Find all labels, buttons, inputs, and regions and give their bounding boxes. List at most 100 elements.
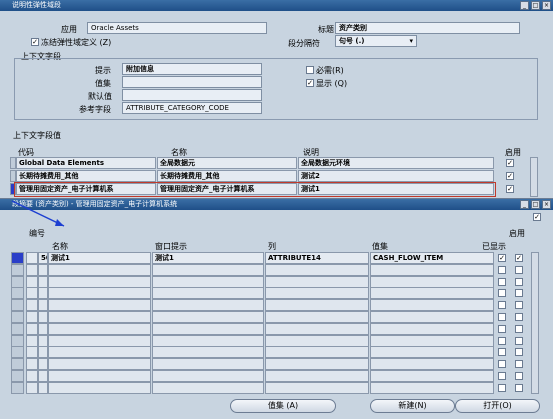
seg-cell[interactable] <box>370 263 494 276</box>
seg-cell[interactable] <box>48 287 151 300</box>
seg-cell[interactable] <box>26 311 38 323</box>
displayed-checkbox[interactable] <box>498 348 506 357</box>
seg-cell[interactable] <box>152 287 264 300</box>
seg-cell[interactable] <box>38 346 48 359</box>
seg-cell[interactable] <box>152 381 264 394</box>
seg-cell[interactable] <box>370 370 494 382</box>
seg-cell[interactable] <box>370 346 494 359</box>
seg-cell[interactable] <box>26 346 38 359</box>
default-field[interactable] <box>122 89 262 101</box>
displayed-checkbox[interactable] <box>498 301 506 310</box>
enabled-checkbox[interactable] <box>515 301 523 310</box>
seg-cell[interactable] <box>48 381 151 394</box>
seg-cell[interactable] <box>265 311 369 323</box>
seg-cell[interactable] <box>48 263 151 276</box>
enabled-checkbox[interactable] <box>515 383 523 392</box>
close-icon[interactable]: × <box>542 1 551 10</box>
seg-cell[interactable] <box>26 252 38 264</box>
enabled-checkbox[interactable] <box>515 277 523 286</box>
seg-cell[interactable] <box>265 275 369 288</box>
seg-row-selector[interactable] <box>11 358 24 371</box>
seg-cell[interactable] <box>48 322 151 335</box>
enabled-checkbox[interactable] <box>515 336 523 345</box>
maximize-icon[interactable]: □ <box>531 1 540 10</box>
displayed-checkbox[interactable] <box>498 324 506 333</box>
seg-cell[interactable] <box>370 275 494 288</box>
seg-cell[interactable]: CASH_FLOW_ITEM <box>370 252 494 264</box>
ref-field[interactable]: ATTRIBUTE_CATEGORY_CODE <box>122 102 262 114</box>
seg-cell[interactable] <box>265 358 369 371</box>
context-values-scrollbar[interactable] <box>530 157 538 197</box>
seg-row-selector[interactable] <box>11 263 24 276</box>
seg-row-selector[interactable] <box>11 275 24 288</box>
row-desc[interactable]: 全局数据元环境 <box>298 157 494 169</box>
seg-cell[interactable] <box>370 381 494 394</box>
enabled-checkbox[interactable] <box>515 313 523 321</box>
seg-row-selector[interactable] <box>11 311 24 323</box>
seg-cell[interactable] <box>26 299 38 312</box>
seg-cell[interactable] <box>370 299 494 312</box>
row-name[interactable]: 全局数据元 <box>157 157 297 169</box>
seg-cell[interactable] <box>38 263 48 276</box>
seg-row-selector[interactable] <box>11 322 24 335</box>
row-code[interactable]: 长期待摊费用_其他 <box>16 170 156 182</box>
seg-cell[interactable] <box>265 287 369 300</box>
seg-cell[interactable] <box>38 287 48 300</box>
seg-cell[interactable] <box>26 358 38 371</box>
seg-cell[interactable] <box>48 370 151 382</box>
title-field[interactable]: 资产类别 <box>335 22 520 34</box>
seg-row-selector[interactable] <box>11 381 24 394</box>
valueset-field[interactable] <box>122 76 262 88</box>
freeze-checkbox[interactable]: ✓ <box>31 38 39 46</box>
seg-cell[interactable] <box>152 263 264 276</box>
seg-cell[interactable] <box>152 334 264 347</box>
enabled-checkbox[interactable] <box>515 265 523 274</box>
displayed-checkbox[interactable] <box>498 277 506 286</box>
seg-cell[interactable] <box>265 381 369 394</box>
row-enabled-checkbox[interactable]: ✓ <box>506 159 514 167</box>
seg-cell[interactable] <box>152 311 264 323</box>
open-button[interactable]: 打开(O) <box>455 399 540 413</box>
seg-cell[interactable] <box>265 370 369 382</box>
row-enabled-checkbox[interactable]: ✓ <box>506 185 514 193</box>
seg-cell[interactable] <box>38 358 48 371</box>
displayed-checkbox[interactable] <box>498 383 506 392</box>
minimize-icon[interactable]: _ <box>520 1 529 10</box>
seg-cell[interactable] <box>38 299 48 312</box>
seg-cell[interactable] <box>152 299 264 312</box>
window-checkbox[interactable]: ✓ <box>533 213 541 221</box>
seg-cell[interactable] <box>265 299 369 312</box>
seg-cell[interactable] <box>26 381 38 394</box>
prompt-field[interactable]: 附加信息 <box>122 63 262 75</box>
seg-cell[interactable] <box>152 358 264 371</box>
displayed-checkbox[interactable]: ✓ <box>498 254 506 262</box>
enabled-checkbox[interactable] <box>515 372 523 380</box>
seg-row-selector[interactable] <box>11 334 24 347</box>
seg-cell[interactable] <box>152 346 264 359</box>
new-button[interactable]: 新建(N) <box>370 399 455 413</box>
enabled-checkbox[interactable] <box>515 324 523 333</box>
seg-cell[interactable]: 50 <box>38 252 48 264</box>
row-enabled-checkbox[interactable]: ✓ <box>506 172 514 180</box>
valueset-button[interactable]: 值集 (A) <box>230 399 336 413</box>
seg-cell[interactable] <box>48 311 151 323</box>
seg-cell[interactable] <box>38 381 48 394</box>
app-field[interactable]: Oracle Assets <box>87 22 267 34</box>
seg-cell[interactable]: ATTRIBUTE14 <box>265 252 369 264</box>
displayed-checkbox[interactable] <box>498 372 506 380</box>
displayed-checkbox[interactable] <box>498 360 506 369</box>
seg-cell[interactable] <box>265 346 369 359</box>
display-checkbox[interactable]: ✓ <box>306 79 314 87</box>
seg-cell[interactable] <box>48 275 151 288</box>
seg-cell[interactable] <box>370 287 494 300</box>
seg-cell[interactable] <box>38 311 48 323</box>
seg-cell[interactable]: 测试1 <box>48 252 151 264</box>
displayed-checkbox[interactable] <box>498 289 506 298</box>
seg-cell[interactable] <box>26 275 38 288</box>
seg-cell[interactable] <box>48 299 151 312</box>
displayed-checkbox[interactable] <box>498 313 506 321</box>
enabled-checkbox[interactable] <box>515 348 523 357</box>
row-name[interactable]: 长期待摊费用_其他 <box>157 170 297 182</box>
minimize-icon[interactable]: _ <box>520 200 529 209</box>
seg-cell[interactable] <box>26 370 38 382</box>
